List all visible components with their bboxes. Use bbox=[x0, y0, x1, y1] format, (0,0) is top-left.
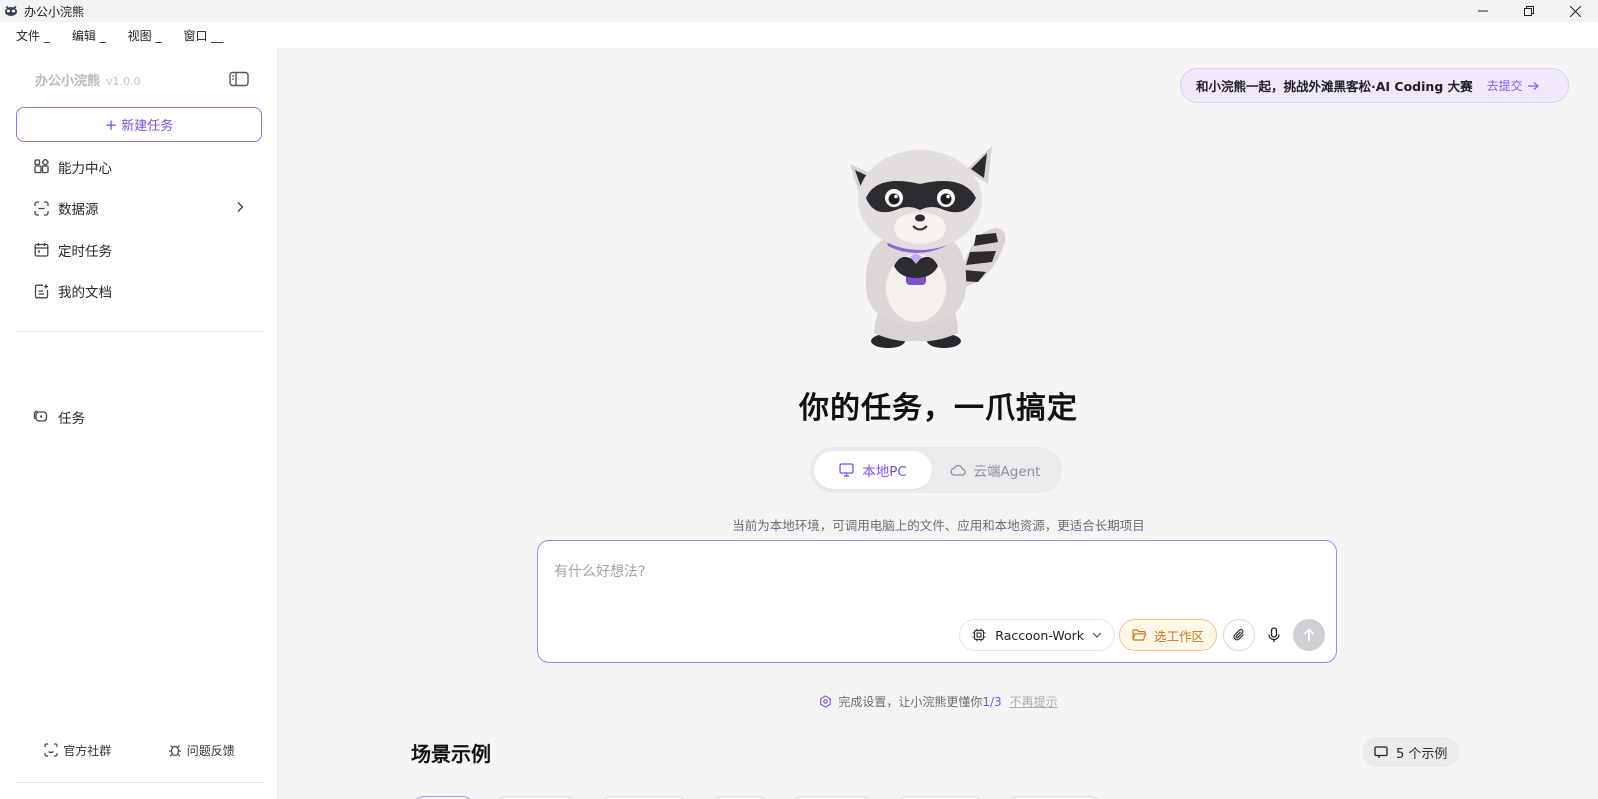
prompt-input[interactable]: 有什么好想法? bbox=[554, 561, 645, 581]
chip-icon bbox=[972, 628, 986, 642]
restore-button[interactable] bbox=[1506, 0, 1552, 22]
sidebar-toggle-button[interactable] bbox=[229, 71, 249, 87]
chevron-down-icon bbox=[1092, 632, 1102, 638]
model-selector[interactable]: Raccoon-Work bbox=[959, 619, 1115, 651]
setup-hint: 完成设置，让小浣熊更懂你 1/3 不再提示 bbox=[279, 693, 1598, 710]
menu-bar: 文件 _ 编辑 _ 视图 _ 窗口 __ bbox=[0, 22, 1598, 48]
sidebar-panel-icon bbox=[229, 71, 249, 87]
monitor-chat-icon bbox=[1374, 745, 1388, 758]
examples-count-label: 5 个示例 bbox=[1396, 746, 1448, 762]
sidebar-item-label: 能力中心 bbox=[58, 160, 112, 177]
sidebar-item-scheduled-tasks[interactable]: 定时任务 bbox=[16, 229, 262, 271]
sidebar-footer: 官方社群 问题反馈 bbox=[16, 731, 263, 769]
arrow-up-icon bbox=[1303, 628, 1315, 641]
sidebar: 办公小浣熊 v1.0.0 + 新建任务 能力中心 数据源 定时任务 我的文档 任… bbox=[0, 48, 278, 799]
banner-submit-link[interactable]: 去提交 bbox=[1487, 77, 1539, 94]
document-icon bbox=[33, 283, 49, 299]
voice-input-button[interactable] bbox=[1258, 619, 1290, 651]
mascot-head bbox=[850, 146, 992, 250]
model-selector-label: Raccoon-Work bbox=[995, 627, 1084, 643]
microphone-icon bbox=[1268, 627, 1280, 642]
grid-icon bbox=[33, 159, 49, 175]
tab-cloud-agent[interactable]: 云端Agent bbox=[932, 451, 1058, 489]
sidebar-header: 办公小浣熊 v1.0.0 bbox=[35, 70, 141, 89]
tasks-label: 任务 bbox=[58, 411, 85, 427]
cloud-icon bbox=[949, 464, 966, 476]
community-button[interactable]: 官方社群 bbox=[44, 742, 111, 759]
community-icon bbox=[44, 743, 58, 757]
window-title: 办公小浣熊 bbox=[24, 4, 85, 19]
raccoon-mascot-illustration bbox=[850, 146, 1006, 348]
minimize-button[interactable] bbox=[1460, 0, 1506, 22]
sidebar-item-label: 我的文档 bbox=[58, 285, 112, 302]
arrow-right-icon bbox=[1527, 81, 1539, 90]
setup-progress: 1/3 bbox=[982, 694, 1002, 709]
bug-icon bbox=[168, 745, 181, 757]
examples-section-title: 场景示例 bbox=[411, 742, 491, 766]
sidebar-item-label: 定时任务 bbox=[58, 243, 112, 260]
sidebar-divider bbox=[16, 331, 263, 332]
title-bar: 办公小浣熊 bbox=[0, 0, 1598, 22]
close-button[interactable] bbox=[1552, 0, 1598, 22]
raccoon-logo-icon bbox=[4, 4, 18, 18]
sidebar-item-capability-center[interactable]: 能力中心 bbox=[16, 146, 262, 188]
setup-hint-text: 完成设置，让小浣熊更懂你 bbox=[838, 695, 983, 709]
hero-title: 你的任务，一爪搞定 bbox=[799, 391, 1078, 426]
monitor-icon bbox=[839, 463, 854, 477]
sidebar-footer-divider bbox=[16, 782, 263, 783]
dismiss-hint-link[interactable]: 不再提示 bbox=[1010, 693, 1058, 710]
select-workspace-label: 选工作区 bbox=[1153, 628, 1204, 644]
task-chat-icon bbox=[33, 409, 49, 425]
menu-file[interactable]: 文件 _ bbox=[16, 27, 50, 44]
paperclip-icon bbox=[1233, 629, 1244, 641]
new-task-label: 新建任务 bbox=[121, 119, 174, 134]
chevron-right-icon bbox=[237, 201, 244, 212]
select-workspace-button[interactable]: 选工作区 bbox=[1118, 619, 1217, 651]
plus-icon: + bbox=[104, 115, 118, 134]
minimize-icon bbox=[1478, 10, 1488, 12]
sidebar-item-label: 数据源 bbox=[58, 202, 99, 219]
sidebar-item-data-source[interactable]: 数据源 bbox=[16, 188, 262, 230]
sidebar-item-tasks[interactable]: 任务 bbox=[16, 398, 262, 436]
banner-text: 和小浣熊一起，挑战外滩黑客松·AI Coding 大赛 bbox=[1196, 79, 1473, 94]
close-icon bbox=[1569, 5, 1581, 17]
community-label: 官方社群 bbox=[63, 743, 112, 758]
prompt-input-box[interactable]: 有什么好想法? Raccoon-Work 选工作区 bbox=[537, 540, 1337, 663]
sidebar-app-name: 办公小浣熊 bbox=[35, 74, 101, 89]
scan-icon bbox=[33, 200, 49, 216]
input-toolbar: Raccoon-Work 选工作区 bbox=[959, 619, 1325, 651]
app-version: v1.0.0 bbox=[106, 75, 141, 88]
feedback-button[interactable]: 问题反馈 bbox=[168, 742, 235, 759]
tab-local-pc[interactable]: 本地PC bbox=[814, 451, 932, 489]
tab-local-pc-label: 本地PC bbox=[862, 464, 907, 480]
main-content: 和小浣熊一起，挑战外滩黑客松·AI Coding 大赛 去提交 你的任务，一爪搞… bbox=[279, 48, 1598, 799]
new-task-button[interactable]: + 新建任务 bbox=[16, 107, 262, 142]
settings-icon bbox=[820, 695, 832, 708]
restore-icon bbox=[1524, 6, 1534, 16]
hackathon-banner[interactable]: 和小浣熊一起，挑战外滩黑客松·AI Coding 大赛 去提交 bbox=[1180, 68, 1569, 103]
banner-link-label: 去提交 bbox=[1486, 79, 1523, 93]
attach-button[interactable] bbox=[1223, 619, 1255, 651]
tab-cloud-agent-label: 云端Agent bbox=[973, 464, 1041, 480]
menu-view[interactable]: 视图 _ bbox=[128, 27, 162, 44]
examples-count-button[interactable]: 5 个示例 bbox=[1362, 737, 1460, 767]
menu-window[interactable]: 窗口 __ bbox=[183, 27, 223, 44]
feedback-label: 问题反馈 bbox=[186, 743, 235, 758]
environment-description: 当前为本地环境，可调用电脑上的文件、应用和本地资源，更适合长期项目 bbox=[732, 518, 1145, 533]
send-button[interactable] bbox=[1293, 619, 1325, 651]
mode-switch: 本地PC 云端Agent bbox=[810, 447, 1062, 493]
calendar-icon bbox=[33, 242, 49, 258]
sidebar-item-my-documents[interactable]: 我的文档 bbox=[16, 271, 262, 313]
menu-edit[interactable]: 编辑 _ bbox=[72, 27, 106, 44]
sidebar-nav: 能力中心 数据源 定时任务 我的文档 bbox=[16, 146, 262, 312]
folder-icon bbox=[1132, 629, 1146, 641]
